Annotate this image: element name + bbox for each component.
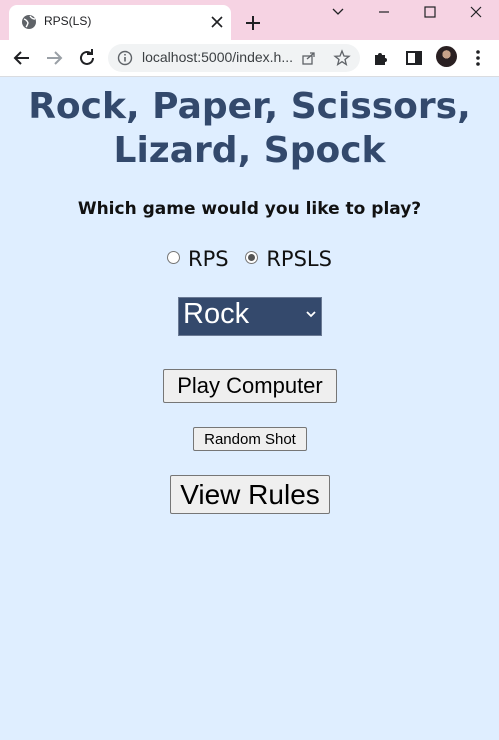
random-shot-button[interactable]: Random Shot bbox=[193, 427, 307, 451]
share-icon[interactable] bbox=[301, 50, 317, 66]
menu-icon[interactable] bbox=[466, 46, 490, 70]
star-icon[interactable] bbox=[333, 49, 351, 67]
radio-rpsls[interactable] bbox=[245, 251, 259, 264]
minimize-icon[interactable] bbox=[361, 0, 407, 24]
tab-strip: RPS(LS) bbox=[0, 0, 499, 40]
address-bar[interactable]: localhost:5000/index.h... bbox=[108, 44, 360, 72]
browser-toolbar: localhost:5000/index.h... bbox=[0, 40, 499, 77]
play-computer-button[interactable]: Play Computer bbox=[163, 369, 337, 403]
info-icon[interactable] bbox=[117, 50, 133, 66]
url-text: localhost:5000/index.h... bbox=[142, 49, 293, 65]
radio-rpsls-label[interactable]: RPSLS bbox=[266, 247, 332, 271]
chevron-down-icon bbox=[306, 311, 316, 318]
puzzle-icon[interactable] bbox=[370, 46, 394, 70]
shot-select-value: Rock bbox=[183, 298, 250, 330]
game-question: Which game would you like to play? bbox=[77, 199, 422, 219]
sidebar-icon[interactable] bbox=[402, 46, 426, 70]
globe-icon bbox=[22, 15, 36, 29]
restore-icon[interactable] bbox=[407, 0, 453, 24]
browser-tab[interactable]: RPS(LS) bbox=[9, 5, 231, 40]
window-close-icon[interactable] bbox=[453, 0, 499, 24]
chevron-down-icon[interactable] bbox=[315, 0, 361, 24]
tab-title: RPS(LS) bbox=[44, 14, 92, 28]
radio-rps[interactable] bbox=[167, 251, 181, 264]
view-rules-button[interactable]: View Rules bbox=[170, 475, 330, 514]
game-radio-group: RPS RPSLS bbox=[0, 247, 499, 271]
shot-select[interactable]: Rock bbox=[178, 297, 322, 336]
back-icon[interactable] bbox=[10, 46, 34, 70]
radio-rps-label[interactable]: RPS bbox=[188, 247, 229, 271]
reload-icon[interactable] bbox=[75, 46, 99, 70]
plus-icon[interactable] bbox=[241, 11, 265, 35]
page-title: Rock, Paper, Scissors, Lizard, Spock bbox=[28, 86, 471, 171]
profile-avatar[interactable] bbox=[436, 46, 457, 67]
page-content: Rock, Paper, Scissors, Lizard, Spock Whi… bbox=[0, 77, 499, 740]
close-icon[interactable] bbox=[207, 12, 227, 32]
forward-icon[interactable] bbox=[42, 46, 66, 70]
